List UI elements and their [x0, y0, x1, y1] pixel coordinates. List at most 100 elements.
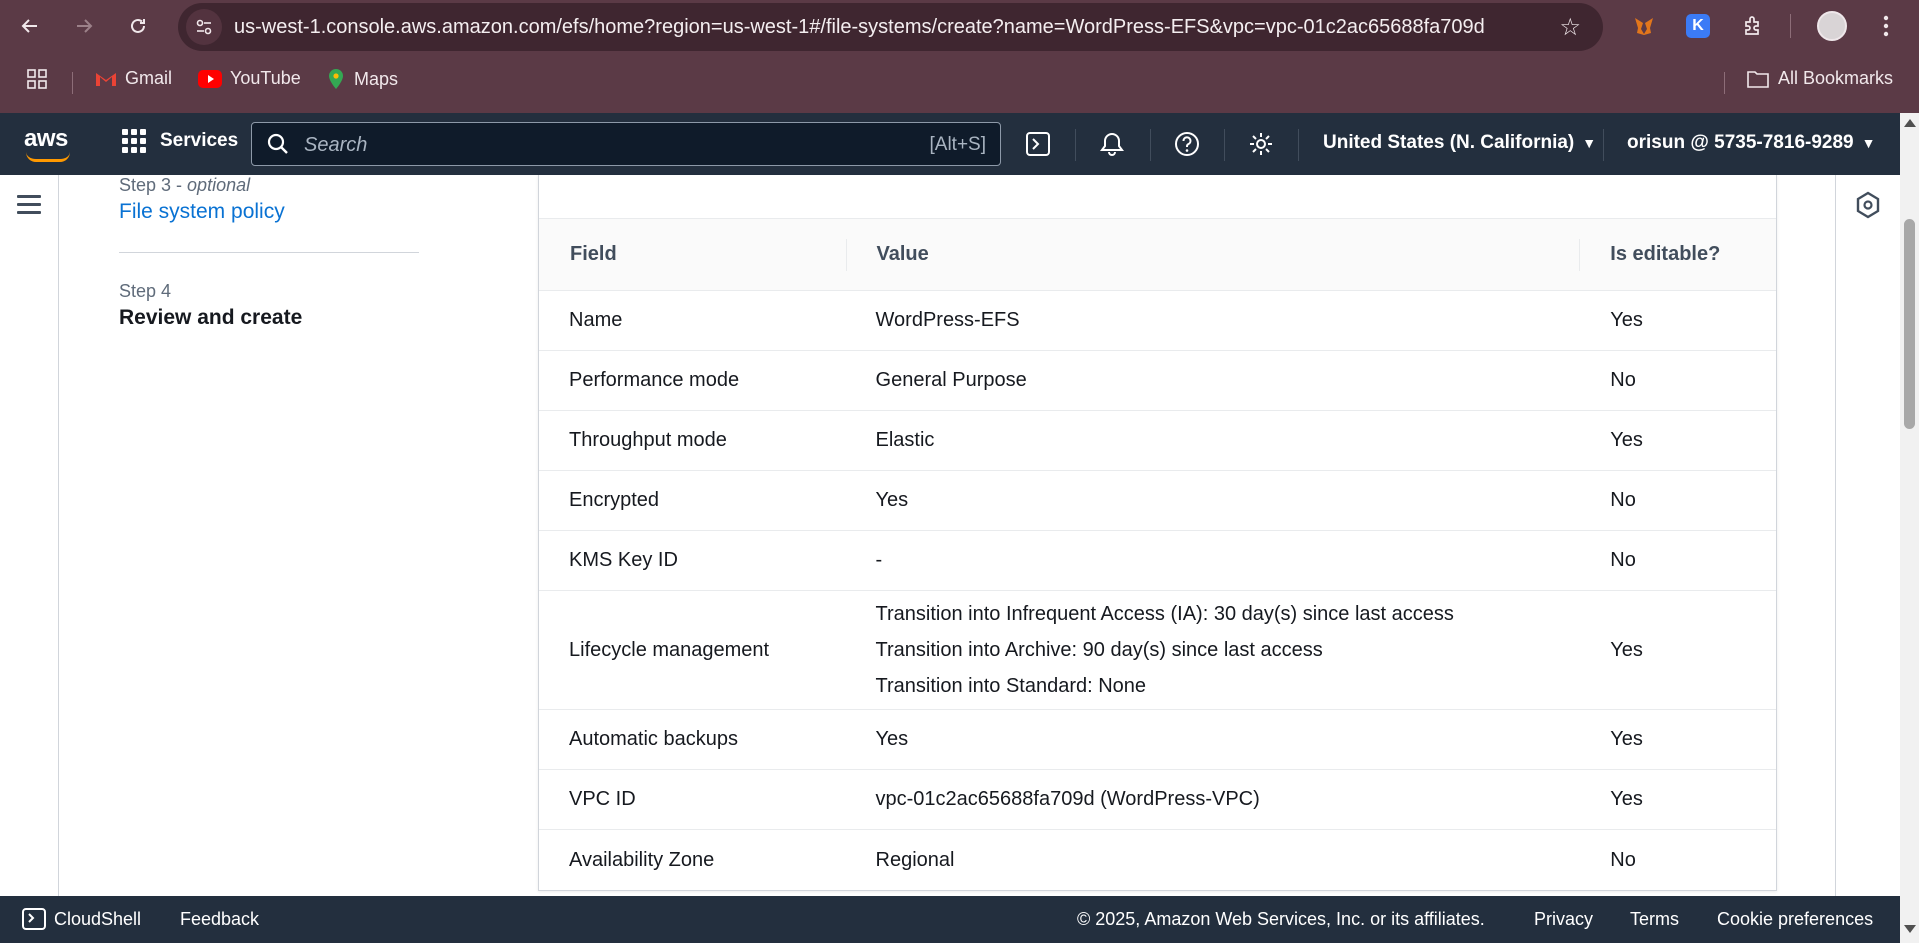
page-scrollbar[interactable]	[1900, 113, 1919, 943]
gmail-icon	[96, 72, 116, 86]
table-card-header	[539, 175, 1776, 219]
apps-grid-icon[interactable]	[26, 68, 48, 90]
column-header-value: Value	[845, 219, 1580, 291]
bookmark-youtube[interactable]: YouTube	[198, 68, 301, 89]
aws-logo-smile	[26, 152, 70, 162]
editable-cell: No	[1610, 848, 1636, 871]
column-header-is-editable: Is editable?	[1579, 219, 1776, 291]
help-icon[interactable]	[1172, 129, 1202, 159]
header-divider	[1603, 129, 1604, 161]
table-header-row: Field Value Is editable?	[539, 219, 1776, 291]
k-extension-icon[interactable]: K	[1682, 10, 1714, 42]
search-input[interactable]: Search [Alt+S]	[251, 122, 1001, 166]
caret-down-icon: ▼	[1582, 135, 1597, 151]
field-cell: Performance mode	[569, 369, 740, 391]
field-cell: KMS Key ID	[569, 549, 678, 571]
header-divider	[1224, 129, 1225, 161]
hamburger-menu-icon[interactable]	[17, 195, 41, 219]
bookmark-maps[interactable]: Maps	[326, 68, 398, 90]
field-cell: Throughput mode	[569, 429, 727, 451]
profile-avatar[interactable]	[1816, 10, 1848, 42]
field-cell: Name	[569, 309, 623, 331]
bookmark-gmail[interactable]: Gmail	[95, 68, 172, 89]
field-cell: Availability Zone	[569, 848, 715, 871]
bookmark-divider	[72, 72, 73, 94]
step4-label: Step 4	[119, 281, 172, 301]
search-placeholder: Search	[304, 134, 368, 156]
metamask-fox-icon[interactable]	[1628, 10, 1660, 42]
services-label: Services	[160, 130, 239, 151]
region-label: United States (N. California)	[1323, 132, 1575, 153]
bookmark-maps-label: Maps	[354, 68, 399, 89]
step3-file-system-policy-link[interactable]: File system policy	[119, 200, 419, 224]
terms-link[interactable]: Terms	[1630, 909, 1679, 930]
field-cell: Encrypted	[569, 489, 660, 511]
site-info-icon[interactable]	[186, 9, 222, 45]
cloudshell-footer-icon[interactable]	[22, 908, 46, 930]
table-row: Lifecycle management Transition into Inf…	[539, 591, 1776, 710]
all-bookmarks-label: All Bookmarks	[1778, 68, 1894, 88]
lifecycle-standard-line: Transition into Standard: None	[875, 675, 1147, 697]
header-divider	[1150, 129, 1151, 161]
aws-logo[interactable]: aws	[24, 125, 68, 153]
back-icon[interactable]	[14, 10, 46, 42]
url-text[interactable]: us-west-1.console.aws.amazon.com/efs/hom…	[234, 16, 1485, 39]
side-nav-toggle-panel	[0, 175, 59, 896]
search-shortcut: [Alt+S]	[929, 134, 987, 155]
editable-cell: Yes	[1610, 728, 1643, 750]
scrollbar-thumb[interactable]	[1904, 219, 1915, 429]
lifecycle-ia-line: Transition into Infrequent Access (IA): …	[875, 603, 1454, 625]
editable-cell: No	[1610, 549, 1636, 571]
editable-cell: No	[1610, 369, 1636, 391]
value-cell: Yes	[875, 728, 909, 750]
bookmarks-bar: Gmail YouTube Maps All Bookmarks	[0, 62, 1919, 102]
step3-label: Step 3 - optional	[119, 175, 251, 195]
scroll-down-icon[interactable]	[1904, 925, 1916, 933]
feedback-link[interactable]: Feedback	[180, 909, 259, 930]
cloudshell-icon[interactable]	[1023, 129, 1053, 159]
bookmark-divider	[1724, 72, 1725, 94]
editable-cell: No	[1610, 489, 1636, 511]
copyright-text: © 2025, Amazon Web Services, Inc. or its…	[1077, 909, 1485, 929]
editable-cell: Yes	[1610, 429, 1643, 451]
table-row: KMS Key ID - No	[539, 531, 1776, 591]
account-label: orisun @ 5735-7816-9289	[1627, 132, 1854, 153]
table-row: Throughput mode Elastic Yes	[539, 411, 1776, 471]
scroll-up-icon[interactable]	[1904, 119, 1916, 127]
account-menu[interactable]: orisun @ 5735-7816-9289 ▼	[1627, 132, 1875, 154]
forward-icon[interactable]	[68, 10, 100, 42]
services-menu-button[interactable]: Services	[122, 129, 238, 153]
field-cell: VPC ID	[569, 788, 636, 810]
table-row: Performance mode General Purpose No	[539, 351, 1776, 411]
step-divider	[119, 252, 419, 253]
value-cell: vpc-01c2ac65688fa709d (WordPress-VPC)	[875, 788, 1260, 810]
header-divider	[1075, 129, 1076, 161]
cloudshell-link[interactable]: CloudShell	[54, 909, 141, 930]
folder-icon	[1747, 70, 1769, 88]
cookie-preferences-link[interactable]: Cookie preferences	[1717, 909, 1873, 930]
console-footer: CloudShell Feedback © 2025, Amazon Web S…	[0, 896, 1900, 943]
settings-gear-icon[interactable]	[1246, 129, 1276, 159]
review-table-card: Field Value Is editable? Name WordPress-…	[538, 175, 1777, 891]
value-cell-lifecycle: Transition into Infrequent Access (IA): …	[846, 596, 1580, 704]
maps-icon	[329, 69, 343, 89]
table-row: Name WordPress-EFS Yes	[539, 291, 1776, 351]
column-header-field: Field	[570, 243, 617, 265]
notifications-bell-icon[interactable]	[1097, 129, 1127, 159]
region-selector[interactable]: United States (N. California) ▼	[1323, 132, 1596, 154]
value-cell: Yes	[875, 489, 909, 511]
address-bar[interactable]: us-west-1.console.aws.amazon.com/efs/hom…	[178, 3, 1603, 51]
editable-cell: Yes	[1610, 788, 1643, 810]
bookmark-star-icon[interactable]: ☆	[1559, 13, 1581, 42]
all-bookmarks[interactable]: All Bookmarks	[1746, 68, 1893, 89]
hexagon-info-icon[interactable]	[1854, 191, 1882, 219]
more-menu-icon[interactable]	[1870, 10, 1902, 42]
extensions-puzzle-icon[interactable]	[1737, 10, 1769, 42]
services-grid-icon	[122, 129, 146, 153]
field-cell: Automatic backups	[569, 728, 738, 750]
value-cell: -	[875, 549, 883, 571]
reload-icon[interactable]	[122, 10, 154, 42]
caret-down-icon: ▼	[1861, 135, 1876, 151]
table-row: Automatic backups Yes Yes	[539, 710, 1776, 770]
privacy-link[interactable]: Privacy	[1534, 909, 1593, 930]
